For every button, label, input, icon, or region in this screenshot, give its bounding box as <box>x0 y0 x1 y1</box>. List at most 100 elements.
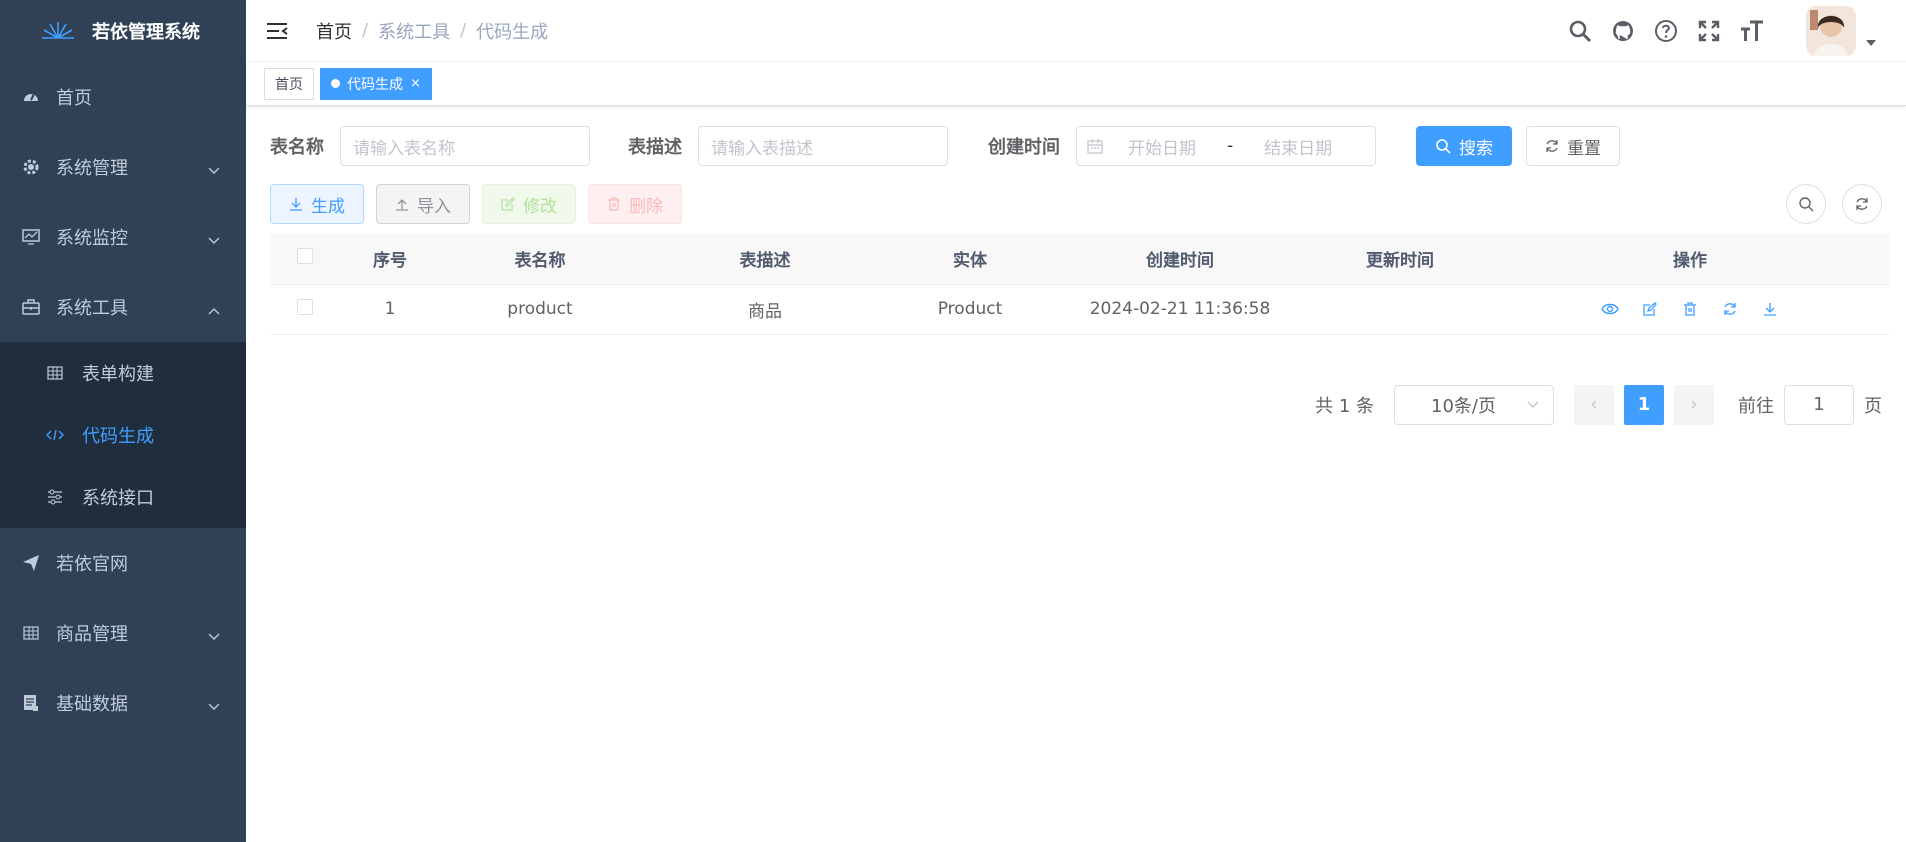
search-button[interactable]: 搜索 <box>1416 126 1512 166</box>
font-size-icon[interactable] <box>1739 18 1765 44</box>
cell-actions <box>1490 284 1890 335</box>
sidebar-item-label: 基础数据 <box>56 694 128 715</box>
chevron-down-icon <box>1527 401 1539 409</box>
breadcrumb-item-home[interactable]: 首页 <box>316 18 352 44</box>
column-header: 表名称 <box>440 234 640 285</box>
column-header: 序号 <box>340 234 440 285</box>
search-form: 表名称 请输入表名称 表描述 请输入表描述 创建时间 开始日期 - 结束日期 搜… <box>270 126 1882 166</box>
chevron-down-icon <box>208 626 220 646</box>
delete-button[interactable]: 删除 <box>588 184 682 224</box>
refresh-button[interactable] <box>1842 184 1882 224</box>
range-separator: - <box>1227 136 1234 156</box>
navbar: 首页 / 系统工具 / 代码生成 <box>246 0 1906 62</box>
reset-button[interactable]: 重置 <box>1526 126 1620 166</box>
table-name-input[interactable]: 请输入表名称 <box>340 126 590 166</box>
import-button[interactable]: 导入 <box>376 184 470 224</box>
page-suffix: 页 <box>1864 395 1882 417</box>
cell-table-desc: 商品 <box>640 284 890 335</box>
edit-button[interactable]: 修改 <box>482 184 576 224</box>
search-icon <box>1798 196 1814 212</box>
start-date-placeholder[interactable]: 开始日期 <box>1117 134 1207 159</box>
sidebar-item-basic-data[interactable]: 基础数据 <box>0 668 246 738</box>
create-time-label: 创建时间 <box>988 137 1060 158</box>
tag-code-gen[interactable]: 代码生成 × <box>320 67 432 100</box>
close-icon[interactable]: × <box>410 76 421 91</box>
preview-icon[interactable] <box>1601 300 1619 318</box>
sidebar-item-form-builder[interactable]: 表单构建 <box>0 342 246 404</box>
chevron-up-icon <box>208 300 220 320</box>
sidebar-item-product-management[interactable]: 商品管理 <box>0 598 246 668</box>
breadcrumb-separator: / <box>362 20 369 41</box>
sidebar-item-home[interactable]: 首页 <box>0 62 246 132</box>
edit-icon[interactable] <box>1641 300 1659 318</box>
sidebar-item-label: 表单构建 <box>82 364 154 385</box>
active-dot <box>331 79 340 88</box>
main-area: 首页 / 系统工具 / 代码生成 首页 代码生成 × 表名称 请输入表名称 表描… <box>246 0 1906 842</box>
tag-label: 代码生成 <box>347 76 403 93</box>
caret-down-icon[interactable] <box>1866 31 1876 51</box>
trash-icon <box>607 197 621 211</box>
cell-index: 1 <box>340 284 440 335</box>
avatar[interactable] <box>1806 6 1856 56</box>
cell-entity: Product <box>890 284 1050 335</box>
monitor-icon <box>20 226 42 248</box>
prev-page-button[interactable]: ‹ <box>1574 384 1614 425</box>
hamburger-icon[interactable] <box>266 21 288 41</box>
column-header: 创建时间 <box>1050 234 1310 285</box>
sidebar-item-system-api[interactable]: 系统接口 <box>0 466 246 528</box>
sync-icon[interactable] <box>1721 300 1739 318</box>
sidebar-item-code-gen[interactable]: 代码生成 <box>0 404 246 466</box>
table-desc-input[interactable]: 请输入表描述 <box>698 126 948 166</box>
breadcrumb-item-code-gen: 代码生成 <box>476 21 549 43</box>
sidebar-item-label: 系统管理 <box>56 158 128 179</box>
sidebar-item-ruoyi-website[interactable]: 若依官网 <box>0 528 246 598</box>
refresh-icon <box>1855 197 1869 211</box>
generate-button[interactable]: 生成 <box>270 184 364 224</box>
table-row: 1 product 商品 Product 2024-02-21 11:36:58 <box>270 284 1890 335</box>
page-size-value: 10条/页 <box>1431 395 1496 417</box>
search-icon[interactable] <box>1567 18 1593 44</box>
sidebar-item-label: 系统监控 <box>56 228 128 249</box>
sidebar-item-system-management[interactable]: 系统管理 <box>0 132 246 202</box>
column-header: 更新时间 <box>1310 234 1490 285</box>
sidebar-item-label: 商品管理 <box>56 624 128 645</box>
tags-view: 首页 代码生成 × <box>246 62 1906 106</box>
github-icon[interactable] <box>1610 18 1636 44</box>
select-all-checkbox[interactable] <box>297 248 313 265</box>
toggle-search-button[interactable] <box>1786 184 1826 224</box>
logo[interactable]: 若依管理系统 <box>0 0 246 62</box>
next-page-button[interactable]: › <box>1674 384 1714 425</box>
cell-create-time: 2024-02-21 11:36:58 <box>1050 284 1310 335</box>
goto-page-input[interactable]: 1 <box>1784 384 1854 425</box>
table-desc-placeholder: 请输入表描述 <box>711 138 813 159</box>
fullscreen-icon[interactable] <box>1696 18 1722 44</box>
column-header: 操作 <box>1490 234 1890 285</box>
table-header-row: 序号 表名称 表描述 实体 创建时间 更新时间 操作 <box>270 234 1890 285</box>
generate-button-label: 生成 <box>311 196 345 217</box>
reset-button-label: 重置 <box>1567 138 1601 159</box>
download-icon <box>289 197 303 211</box>
tag-home[interactable]: 首页 <box>264 67 314 100</box>
sidebar-item-label: 若依官网 <box>56 554 128 575</box>
dashboard-icon <box>20 86 42 108</box>
table-name-label: 表名称 <box>270 137 324 158</box>
help-icon[interactable] <box>1653 18 1679 44</box>
sliders-icon <box>46 488 64 506</box>
column-header: 实体 <box>890 234 1050 285</box>
logo-title: 若依管理系统 <box>92 22 200 43</box>
table-icon <box>46 364 64 382</box>
page-number-button[interactable]: 1 <box>1624 384 1664 425</box>
row-checkbox[interactable] <box>297 298 313 315</box>
search-icon <box>1435 138 1451 154</box>
download-icon[interactable] <box>1761 300 1779 318</box>
sidebar-item-system-monitor[interactable]: 系统监控 <box>0 202 246 272</box>
date-range-picker[interactable]: 开始日期 - 结束日期 <box>1076 126 1376 166</box>
sidebar-item-system-tools[interactable]: 系统工具 <box>0 272 246 342</box>
page-size-select[interactable]: 10条/页 <box>1394 384 1554 425</box>
end-date-placeholder[interactable]: 结束日期 <box>1253 134 1343 159</box>
delete-icon[interactable] <box>1681 300 1699 318</box>
sidebar: 若依管理系统 首页 系统管理 系统监控 系统工具 表单构建 代码生成 系统接口 … <box>0 0 246 842</box>
content: 表名称 请输入表名称 表描述 请输入表描述 创建时间 开始日期 - 结束日期 搜… <box>246 106 1906 445</box>
paper-plane-icon <box>20 552 42 574</box>
breadcrumb: 首页 / 系统工具 / 代码生成 <box>316 18 548 44</box>
